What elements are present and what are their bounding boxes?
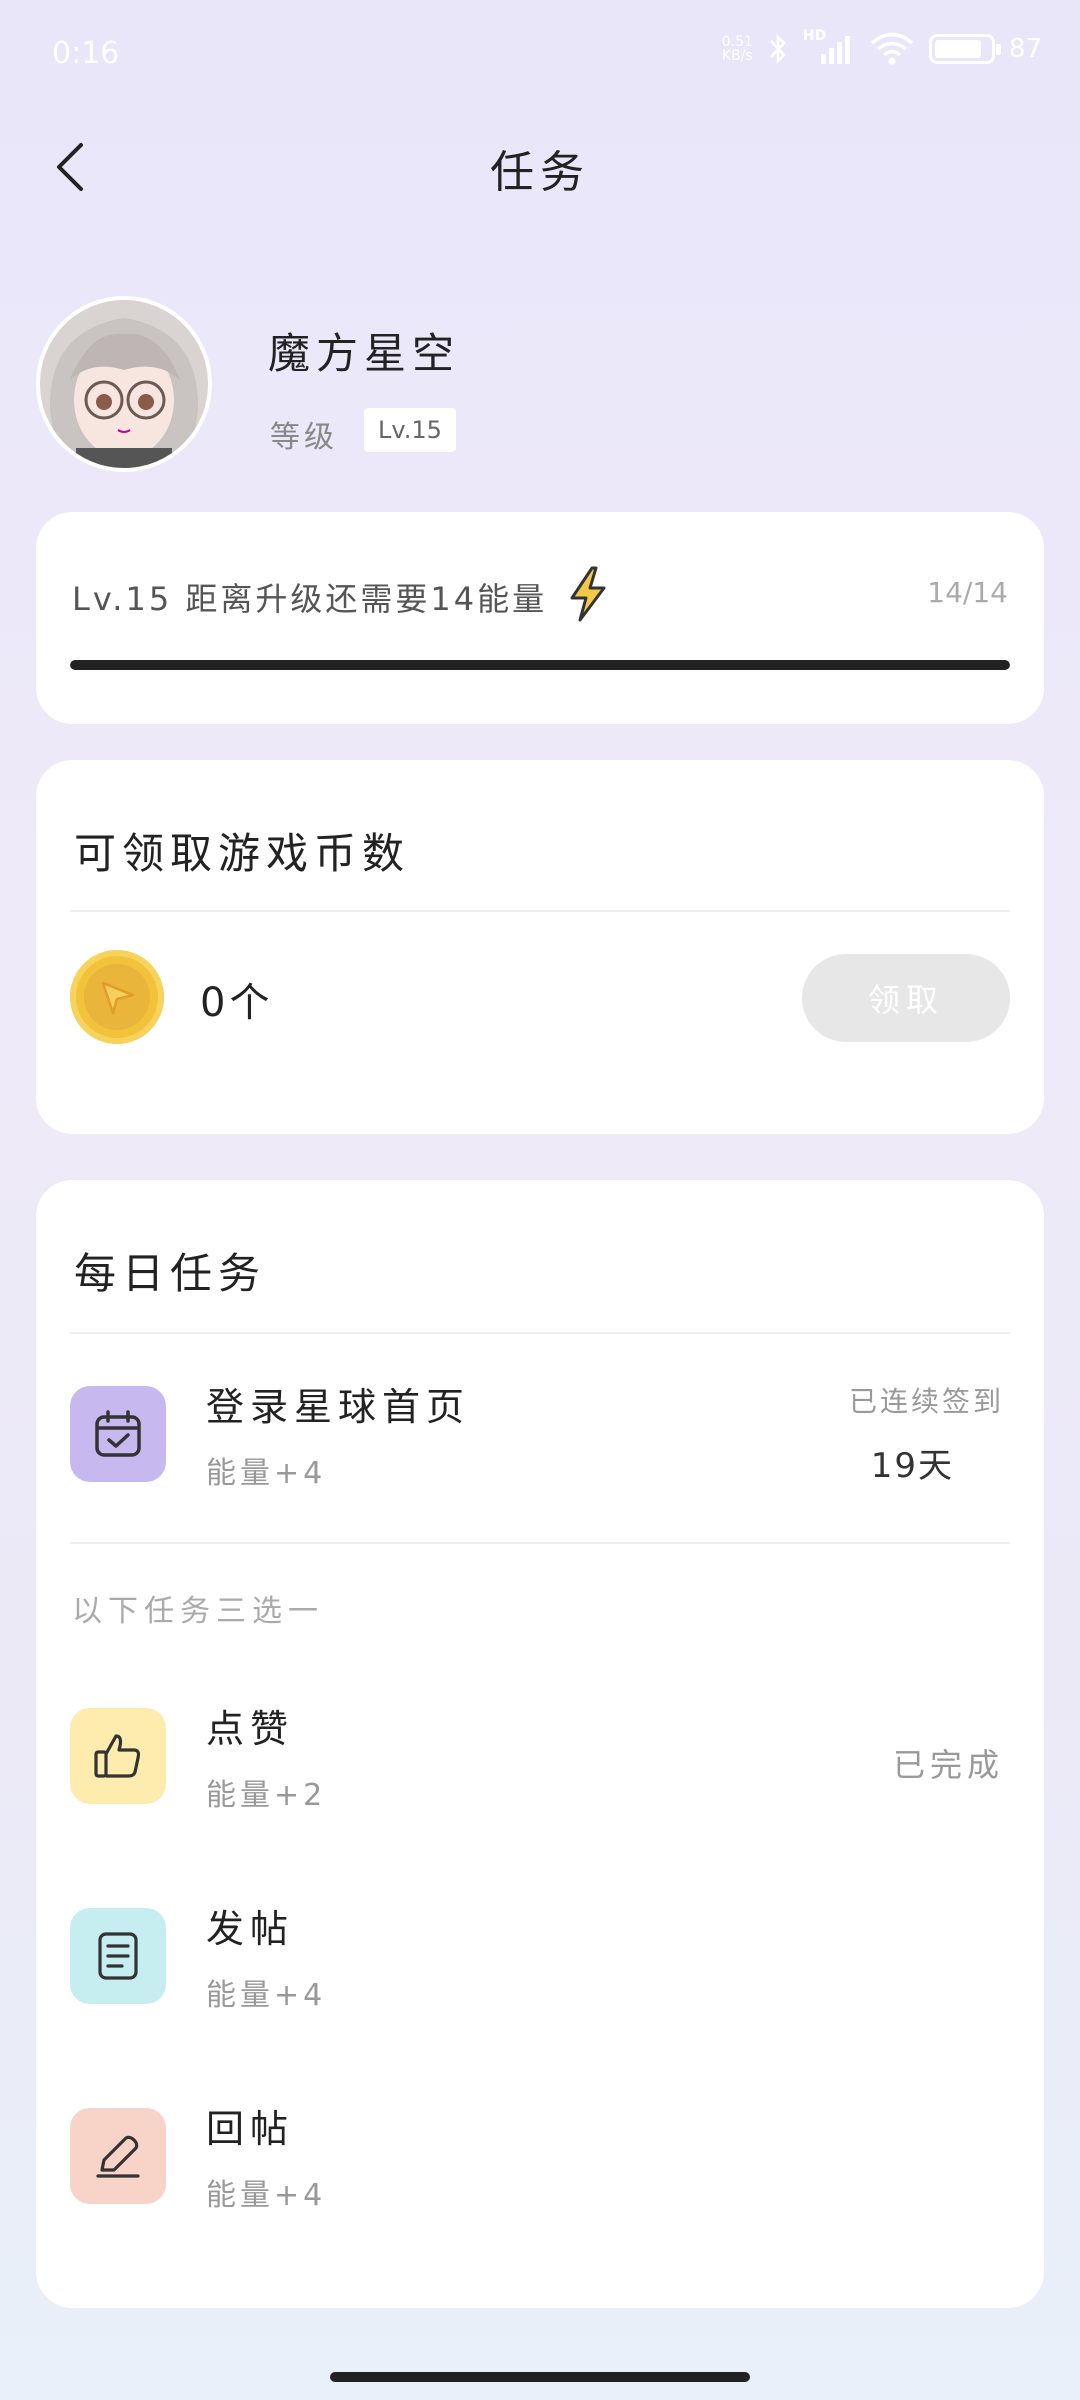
level-progress-text: Lv.15 距离升级还需要14能量 bbox=[72, 580, 548, 618]
task-title: 登录星球首页 bbox=[206, 1385, 471, 1429]
calendar-icon bbox=[70, 1386, 166, 1482]
task-title: 点赞 bbox=[206, 1707, 295, 1751]
choose-note: 以下任务三选一 bbox=[72, 1594, 324, 1629]
task-energy: 能量+2 bbox=[206, 1778, 327, 1813]
avatar[interactable] bbox=[36, 296, 212, 472]
battery-icon bbox=[928, 34, 1001, 64]
username: 魔方星空 bbox=[268, 329, 461, 378]
level-progress-fill bbox=[70, 660, 1010, 670]
task-energy: 能量+4 bbox=[206, 1978, 327, 2013]
battery-fill bbox=[934, 40, 982, 58]
document-icon[interactable] bbox=[70, 1908, 166, 2004]
task-title: 回帖 bbox=[206, 2107, 295, 2151]
task-status: 已完成 bbox=[892, 1746, 1004, 1784]
divider bbox=[70, 1542, 1010, 1544]
lightning-icon bbox=[570, 566, 606, 622]
coin-count: 0个 bbox=[200, 980, 274, 1026]
coin-card: 可领取游戏币数 0个 领取 bbox=[36, 760, 1044, 1134]
divider bbox=[70, 1332, 1010, 1334]
battery-percent: 87 bbox=[1008, 34, 1042, 64]
task-energy: 能量+4 bbox=[206, 1456, 327, 1491]
net-speed-value: 0.51 bbox=[721, 34, 753, 50]
status-icons: 0.51 KB/s HD 87 bbox=[722, 28, 1042, 66]
task-title: 发帖 bbox=[206, 1907, 295, 1951]
level-card: Lv.15 距离升级还需要14能量 14/14 bbox=[36, 512, 1044, 724]
level-progress-bar bbox=[70, 660, 1010, 670]
avatar-image bbox=[40, 300, 208, 468]
profile: 魔方星空 等级 Lv.15 bbox=[36, 296, 1036, 476]
net-speed-unit: KB/s bbox=[721, 48, 753, 64]
coin-icon bbox=[70, 950, 164, 1044]
page-title: 任务 bbox=[490, 147, 590, 198]
thumbs-up-icon bbox=[70, 1708, 166, 1804]
hd-label: HD bbox=[802, 28, 827, 44]
divider bbox=[70, 910, 1010, 912]
coin-card-heading: 可领取游戏币数 bbox=[74, 829, 411, 878]
net-speed: 0.51 KB/s bbox=[722, 35, 753, 63]
status-bar: 0:16 0.51 KB/s HD 87 bbox=[0, 0, 1080, 100]
daily-tasks-heading: 每日任务 bbox=[74, 1249, 267, 1298]
level-badge: Lv.15 bbox=[364, 408, 456, 452]
status-time: 0:16 bbox=[52, 36, 120, 71]
home-indicator[interactable] bbox=[330, 2372, 750, 2382]
wifi-icon bbox=[870, 32, 914, 65]
claim-button[interactable]: 领取 bbox=[802, 954, 1010, 1042]
daily-tasks-card: 每日任务 登录星球首页 能量+4 已连续签到 19天 以下任务三选一 点赞 能量… bbox=[36, 1180, 1044, 2308]
task-energy: 能量+4 bbox=[206, 2178, 327, 2213]
streak-days: 19天 bbox=[870, 1446, 954, 1486]
header: 任务 bbox=[0, 110, 1080, 220]
bluetooth-icon bbox=[769, 33, 786, 65]
streak-label: 已连续签到 bbox=[848, 1385, 1004, 1418]
level-label: 等级 bbox=[270, 420, 338, 455]
level-count: 14/14 bbox=[927, 576, 1008, 609]
pen-icon[interactable] bbox=[70, 2108, 166, 2204]
signal-icon: HD bbox=[803, 28, 855, 66]
